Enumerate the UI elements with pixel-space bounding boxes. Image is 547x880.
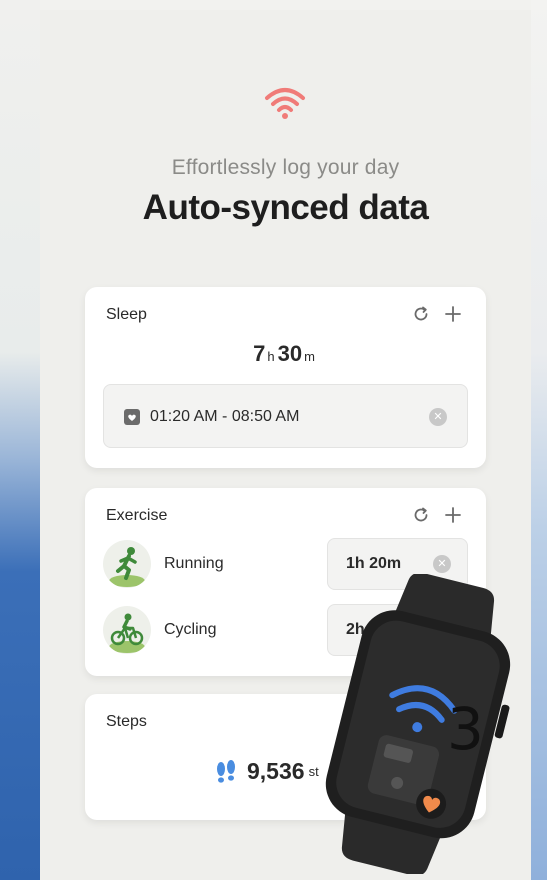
page-subtitle: Effortlessly log your day: [171, 156, 400, 179]
sleep-duration: 7 h 30 m: [85, 341, 486, 367]
clear-icon[interactable]: ✕: [433, 555, 451, 573]
sync-icon[interactable]: [412, 506, 430, 524]
sleep-time-range-field[interactable]: 01:20 AM - 08:50 AM ✕: [103, 384, 468, 448]
sleep-minutes: 30: [277, 341, 303, 366]
background-left: [0, 0, 40, 880]
sleep-minutes-unit: m: [304, 349, 315, 364]
sleep-hours-unit: h: [267, 349, 275, 364]
calendar-icon: [124, 409, 140, 425]
steps-count-line: 9,536 st: [215, 758, 319, 785]
background-right: [531, 0, 547, 880]
sleep-hours: 7: [253, 341, 266, 366]
exercise-card-title: Exercise: [106, 507, 168, 524]
sleep-time-range: 01:20 AM - 08:50 AM: [150, 408, 300, 425]
running-icon: [103, 540, 151, 588]
sync-icon[interactable]: [412, 305, 430, 323]
smartwatch-image: [325, 574, 511, 874]
steps-card-title: Steps: [106, 713, 147, 730]
steps-count: 9,536: [247, 758, 305, 784]
exercise-duration: 1h 20m: [346, 555, 402, 572]
exercise-name: Running: [164, 555, 224, 572]
watch-badge-number: 3: [447, 695, 484, 763]
exercise-name: Cycling: [164, 621, 217, 638]
wifi-icon: [265, 88, 305, 119]
sleep-card-title: Sleep: [106, 306, 147, 323]
plus-icon[interactable]: [444, 506, 462, 524]
sleep-card-actions: [412, 305, 462, 323]
page-title: Auto-synced data: [142, 188, 429, 227]
plus-icon[interactable]: [444, 305, 462, 323]
sleep-card: Sleep 7 h 30 m 01:20 AM - 08:50 AM ✕: [85, 287, 486, 468]
footsteps-icon: [217, 759, 235, 783]
clear-icon[interactable]: ✕: [429, 408, 447, 426]
exercise-card-actions: [412, 506, 462, 524]
cycling-icon: [103, 606, 151, 654]
